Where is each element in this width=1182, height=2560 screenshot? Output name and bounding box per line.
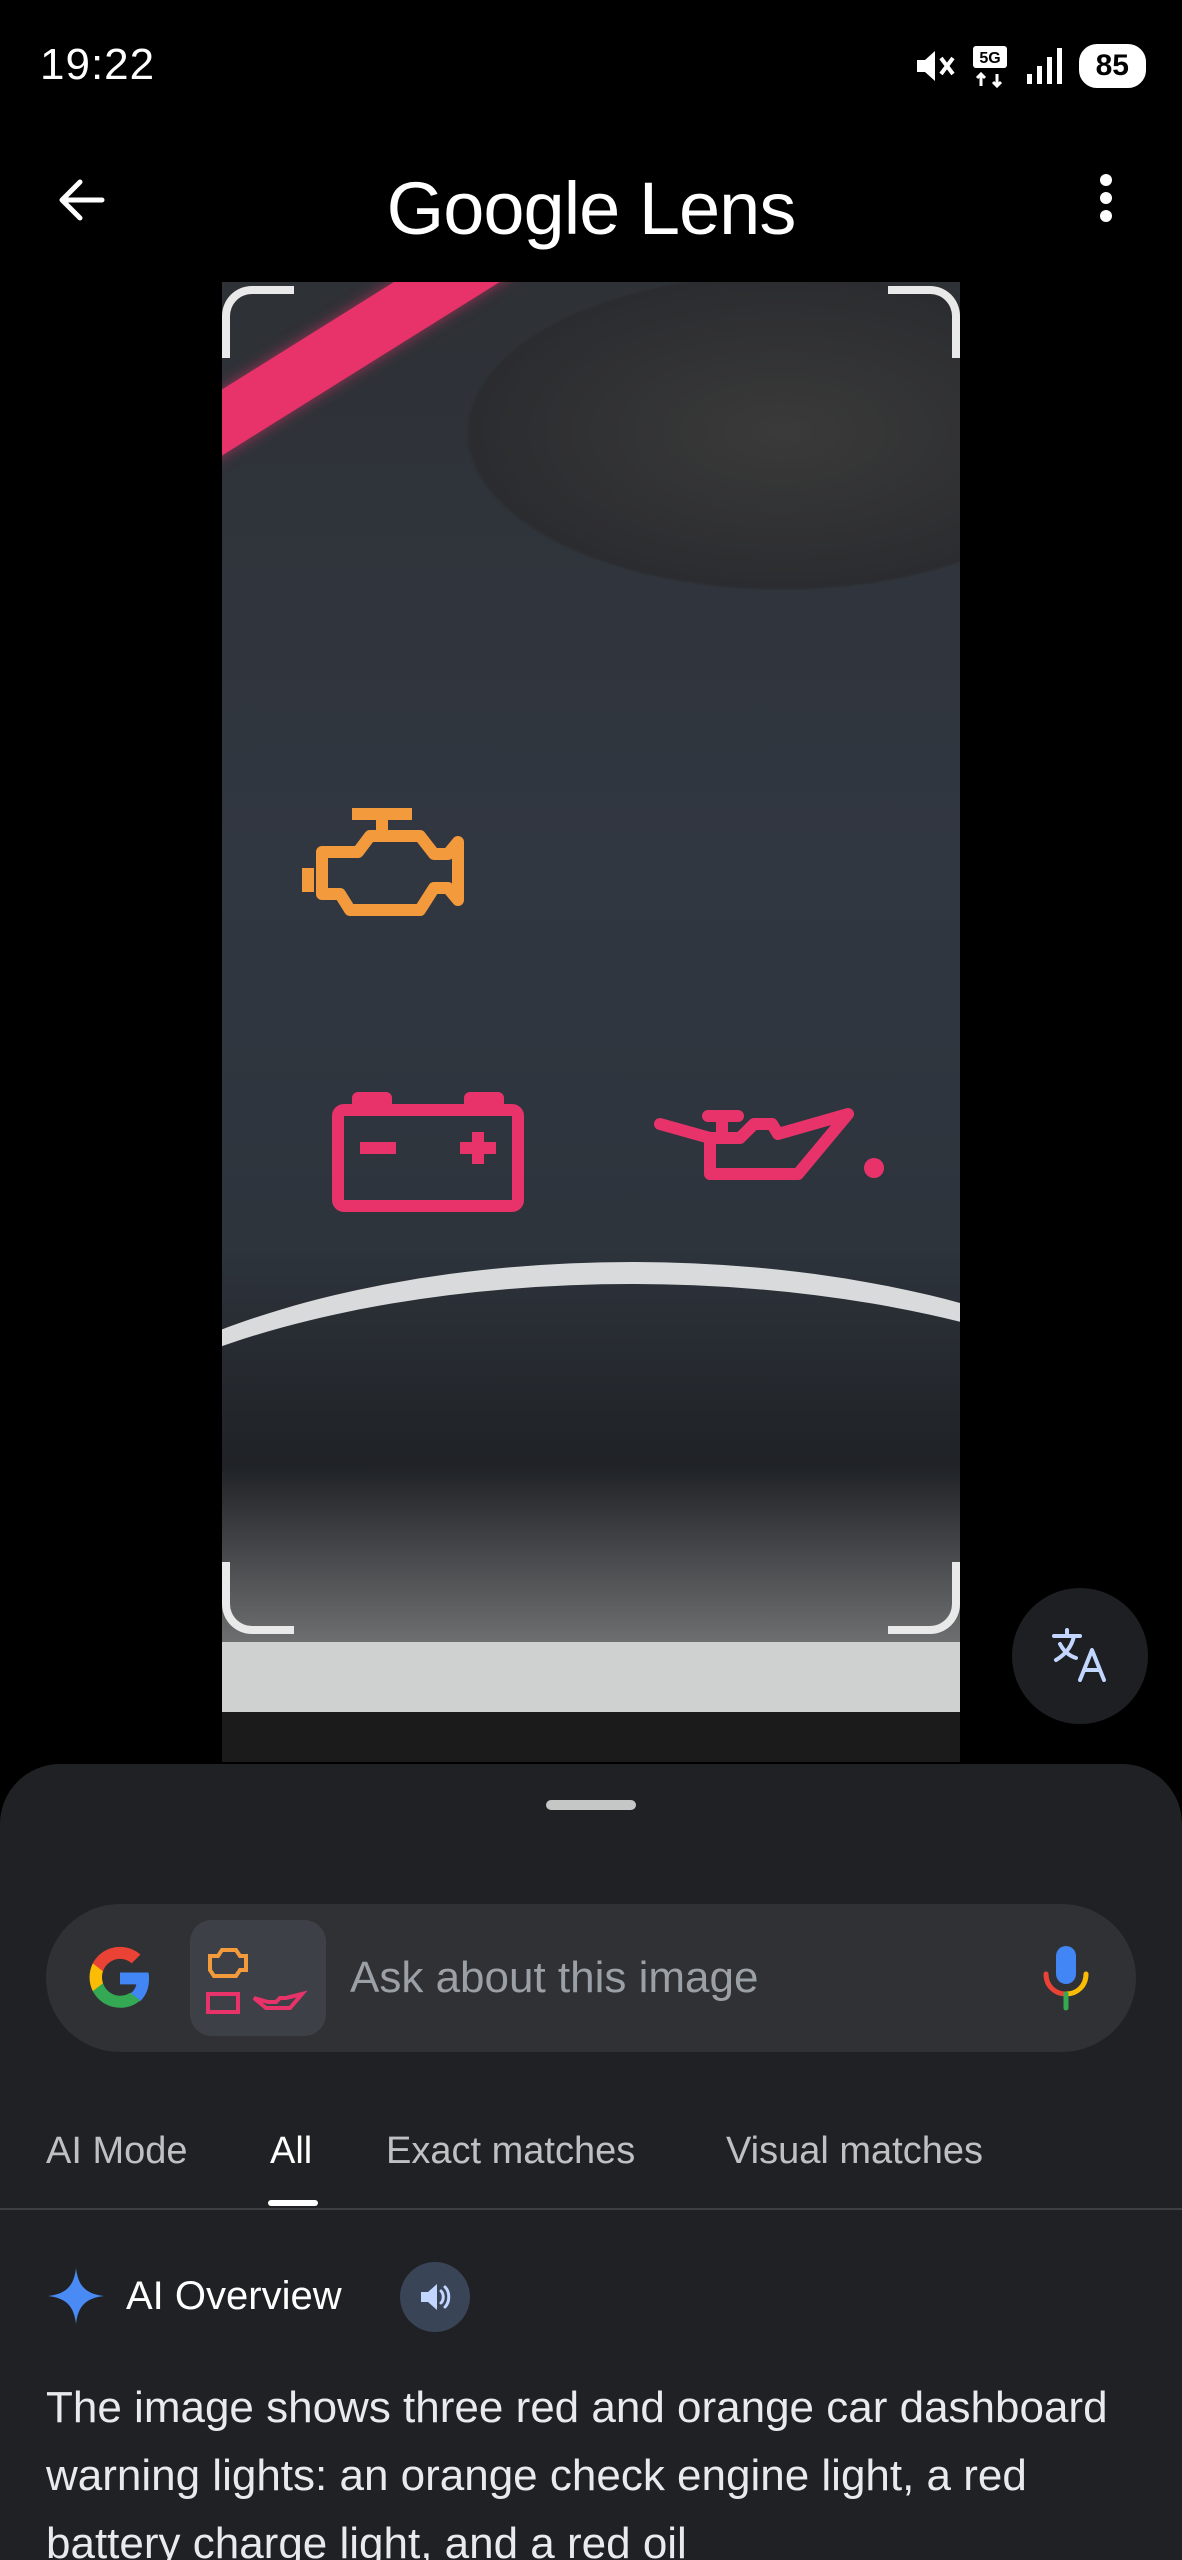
tab-ai-mode[interactable]: AI Mode — [46, 2130, 188, 2173]
tab-all[interactable]: All — [270, 2130, 312, 2173]
lens-image[interactable] — [222, 282, 960, 1762]
listen-button[interactable] — [400, 2262, 470, 2332]
image-thumbnail[interactable] — [190, 1920, 326, 2036]
photo-bottom-dark — [222, 1712, 960, 1762]
crop-handle-top-left[interactable] — [222, 286, 294, 358]
crop-handle-bottom-left[interactable] — [222, 1562, 294, 1634]
results-tabs: AI Mode All Exact matches Visual matches — [0, 2100, 1182, 2210]
network-5g-icon: 5G — [972, 46, 1007, 88]
crop-handle-bottom-right[interactable] — [888, 1562, 960, 1634]
ai-overview-header: AI Overview — [46, 2262, 1146, 2332]
google-g-icon — [89, 1946, 150, 2008]
check-engine-icon — [302, 808, 464, 916]
translate-icon — [1052, 1628, 1106, 1682]
oil-can-icon — [654, 1108, 884, 1180]
tab-exact-matches[interactable]: Exact matches — [386, 2130, 635, 2173]
signal-icon — [1026, 48, 1062, 84]
battery-indicator: 85 — [1078, 44, 1146, 88]
ai-overview-title: AI Overview — [126, 2274, 342, 2318]
status-bar: 19:22 5G 85 — [0, 0, 1182, 130]
tab-visual-matches[interactable]: Visual matches — [726, 2130, 983, 2173]
speaker-icon — [421, 2284, 451, 2310]
status-time: 19:22 — [40, 40, 156, 89]
svg-text:5G: 5G — [979, 50, 1000, 67]
crop-handle-top-right[interactable] — [888, 286, 960, 358]
search-input[interactable] — [350, 1948, 1010, 2008]
sheet-drag-handle[interactable] — [546, 1800, 636, 1810]
mute-icon — [916, 51, 955, 81]
translate-button[interactable] — [1012, 1588, 1148, 1724]
mic-icon[interactable] — [1036, 1942, 1096, 2014]
page-title: Google Lens — [386, 167, 797, 250]
status-icons: 5G 85 — [913, 42, 1146, 90]
search-bar[interactable] — [46, 1904, 1136, 2052]
results-sheet: AI Mode All Exact matches Visual matches… — [0, 1764, 1182, 2560]
sparkle-icon — [48, 2268, 104, 2324]
more-vert-icon — [1100, 174, 1112, 222]
more-options-button[interactable] — [1066, 158, 1146, 238]
thumbnail-preview-icon — [190, 1920, 326, 2036]
ai-overview-text: The image shows three red and orange car… — [46, 2383, 1108, 2560]
active-tab-indicator — [268, 2200, 318, 2206]
photo-bottom-strip — [222, 1642, 960, 1712]
battery-icon — [332, 1092, 524, 1212]
app-header: Google Lens — [0, 140, 1182, 280]
